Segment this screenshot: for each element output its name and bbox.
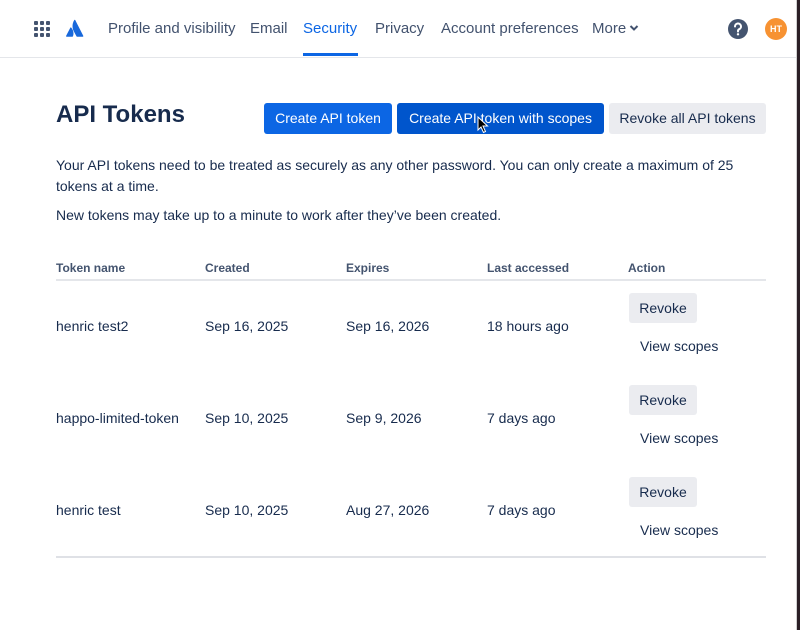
column-header-token-name: Token name <box>56 261 126 275</box>
revoke-button[interactable]: Revoke <box>629 385 697 415</box>
column-header-action: Action <box>628 261 666 275</box>
revoke-all-api-tokens-button[interactable]: Revoke all API tokens <box>609 103 766 134</box>
table-header-divider <box>56 279 766 281</box>
expires-cell: Sep 9, 2026 <box>346 410 422 426</box>
token-name-cell: henric test <box>56 502 121 518</box>
nav-privacy[interactable]: Privacy <box>375 0 424 57</box>
nav-account-preferences[interactable]: Account preferences <box>441 0 579 57</box>
browser-window: Profile and visibility Email Security Pr… <box>0 0 797 630</box>
nav-more[interactable]: More <box>592 0 639 57</box>
column-header-expires: Expires <box>346 261 390 275</box>
nav-email[interactable]: Email <box>250 0 288 57</box>
create-api-token-button[interactable]: Create API token <box>264 103 392 134</box>
created-cell: Sep 16, 2025 <box>205 318 289 334</box>
description-text: Your API tokens need to be treated as se… <box>56 157 734 194</box>
create-api-token-with-scopes-button[interactable]: Create API token with scopes <box>397 103 604 134</box>
last-accessed-cell: 7 days ago <box>487 502 556 518</box>
page-title: API Tokens <box>56 101 185 128</box>
token-name-cell: henric test2 <box>56 318 129 334</box>
help-icon[interactable] <box>727 18 749 40</box>
expires-cell: Aug 27, 2026 <box>346 502 430 518</box>
app-switcher-icon[interactable] <box>34 21 50 37</box>
nav-security[interactable]: Security <box>303 0 357 57</box>
avatar[interactable]: HT <box>765 18 787 40</box>
nav-profile-and-visibility[interactable]: Profile and visibility <box>108 0 236 57</box>
created-cell: Sep 10, 2025 <box>205 410 289 426</box>
propagation-note: New tokens may take up to a minute to wo… <box>56 207 502 223</box>
last-accessed-cell: 7 days ago <box>487 410 556 426</box>
last-accessed-cell: 18 hours ago <box>487 318 569 334</box>
created-cell: Sep 10, 2025 <box>205 502 289 518</box>
view-scopes-button[interactable]: View scopes <box>640 522 718 538</box>
table-bottom-divider <box>56 556 766 558</box>
view-scopes-button[interactable]: View scopes <box>640 338 718 354</box>
column-header-last-accessed: Last accessed <box>487 261 570 275</box>
chevron-down-icon <box>629 25 639 31</box>
view-scopes-button[interactable]: View scopes <box>640 430 718 446</box>
revoke-button[interactable]: Revoke <box>629 293 697 323</box>
column-header-created: Created <box>205 261 250 275</box>
revoke-button[interactable]: Revoke <box>629 477 697 507</box>
token-name-cell: happo-limited-token <box>56 410 179 426</box>
nav-more-label: More <box>592 20 627 37</box>
atlassian-logo-icon[interactable] <box>66 19 84 37</box>
top-navigation: Profile and visibility Email Security Pr… <box>0 0 796 58</box>
expires-cell: Sep 16, 2026 <box>346 318 430 334</box>
active-tab-indicator <box>303 53 358 56</box>
